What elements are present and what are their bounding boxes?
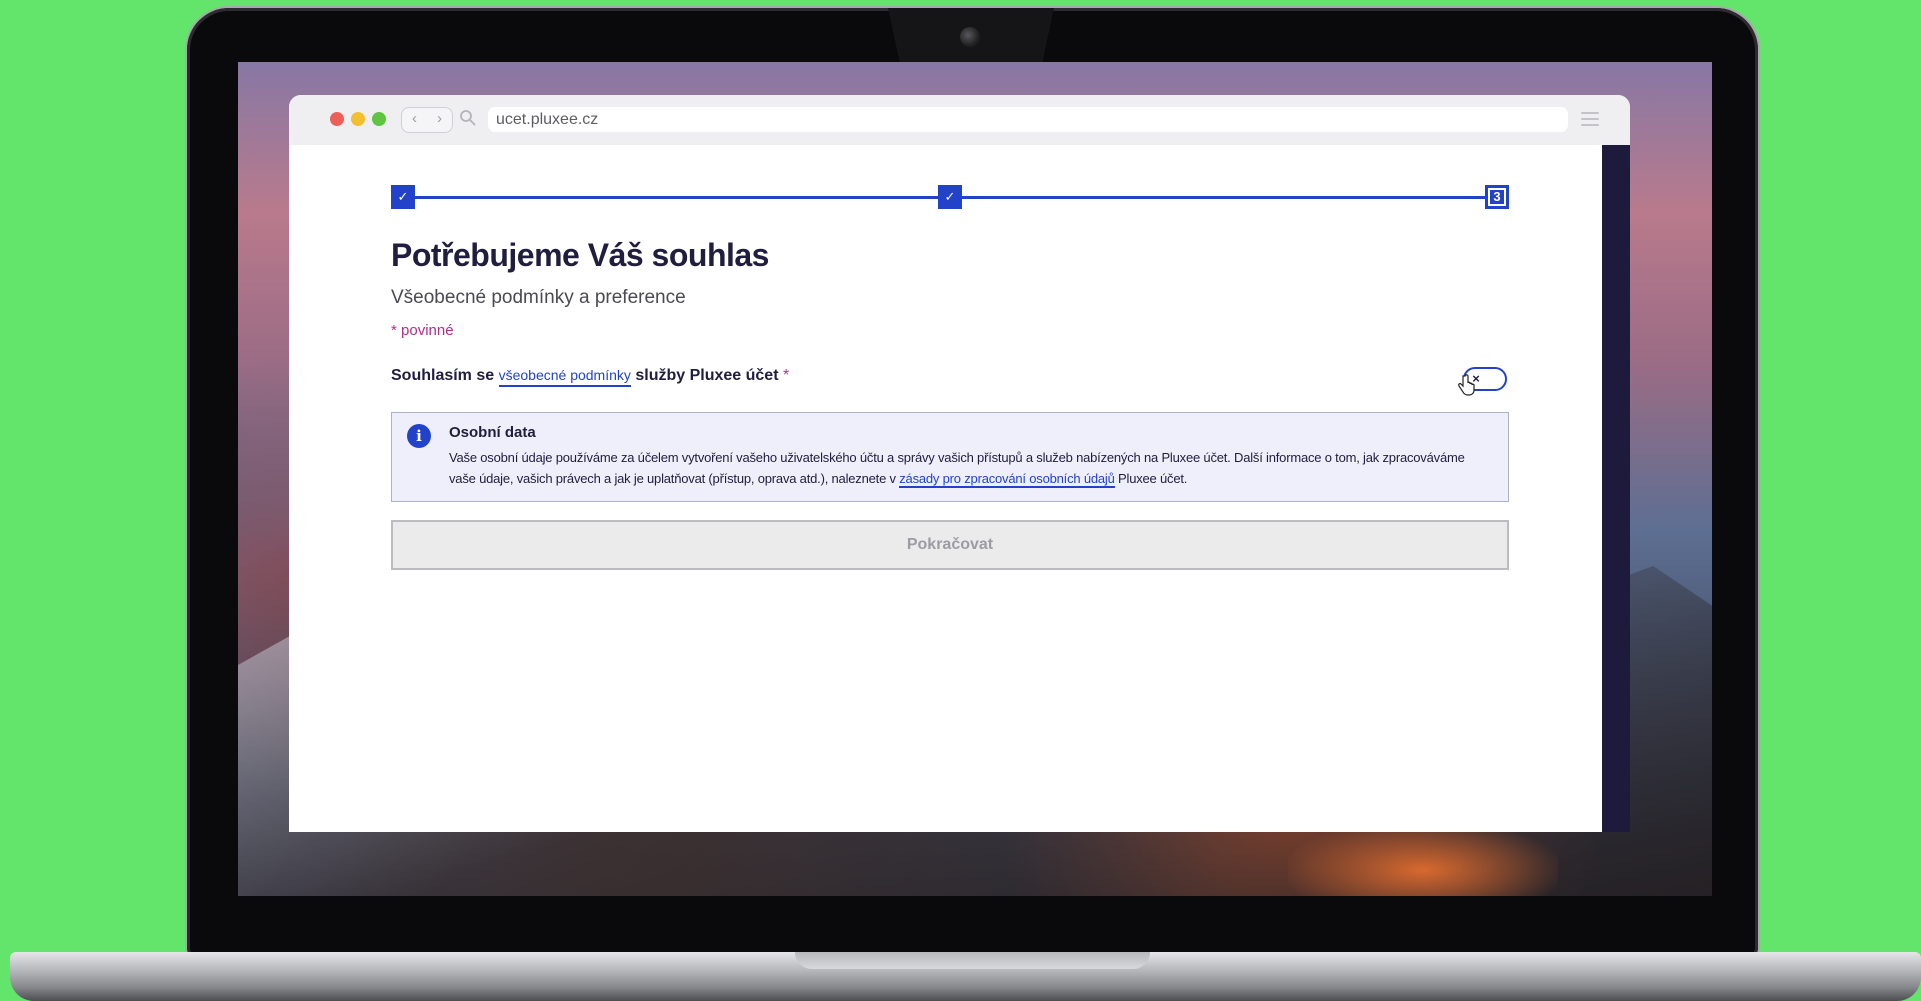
info-icon: i xyxy=(407,424,431,448)
step-1-check-icon: ✓ xyxy=(391,185,415,209)
info-text: Vaše osobní údaje používáme za účelem vy… xyxy=(449,447,1494,489)
page-subtitle: Všeobecné podmínky a preference xyxy=(391,287,686,308)
terms-link[interactable]: všeobecné podmínky xyxy=(498,367,631,387)
browser-side-strip xyxy=(1602,145,1630,832)
step-3-current: 3 xyxy=(1485,185,1509,209)
nav-arrows: ‹ › xyxy=(401,107,453,133)
page-content: ✓ ✓ 3 Potřebujeme Váš souhlas Všeobecné … xyxy=(289,145,1602,832)
consent-suffix: služby Pluxee účet xyxy=(630,367,779,384)
privacy-policy-link[interactable]: zásady pro zpracování osobních údajů xyxy=(899,471,1115,488)
browser-window: ‹ › ucet.pluxee.cz ✓ ✓ 3 Potřebujeme Váš… xyxy=(289,95,1630,832)
address-bar[interactable]: ucet.pluxee.cz xyxy=(488,107,1568,132)
page-title: Potřebujeme Váš souhlas xyxy=(391,237,769,273)
personal-data-info-box: i Osobní data Vaše osobní údaje používám… xyxy=(391,412,1509,502)
required-note: * povinné xyxy=(391,322,454,339)
info-text-end: Pluxee účet. xyxy=(1114,471,1188,486)
hand-cursor-icon xyxy=(1458,374,1475,396)
window-minimize-button[interactable] xyxy=(351,112,365,126)
camera-icon xyxy=(960,27,980,47)
info-title: Osobní data xyxy=(449,424,536,441)
consent-label: Souhlasím se všeobecné podmínky služby P… xyxy=(391,367,790,387)
consent-prefix: Souhlasím se xyxy=(391,367,499,384)
continue-button[interactable]: Pokračovat xyxy=(391,520,1509,570)
window-close-button[interactable] xyxy=(330,112,344,126)
search-icon xyxy=(460,110,476,126)
forward-button[interactable]: › xyxy=(427,108,452,132)
required-asterisk: * xyxy=(782,367,790,384)
step-2-check-icon: ✓ xyxy=(938,185,962,209)
progress-stepper: ✓ ✓ 3 xyxy=(391,185,1509,211)
wallpaper-mountain-glow xyxy=(1288,822,1558,896)
laptop-hinge xyxy=(795,952,1150,969)
window-zoom-button[interactable] xyxy=(372,112,386,126)
back-button[interactable]: ‹ xyxy=(402,108,427,132)
hamburger-menu-icon[interactable] xyxy=(1581,112,1599,130)
browser-toolbar: ‹ › ucet.pluxee.cz xyxy=(289,95,1630,146)
